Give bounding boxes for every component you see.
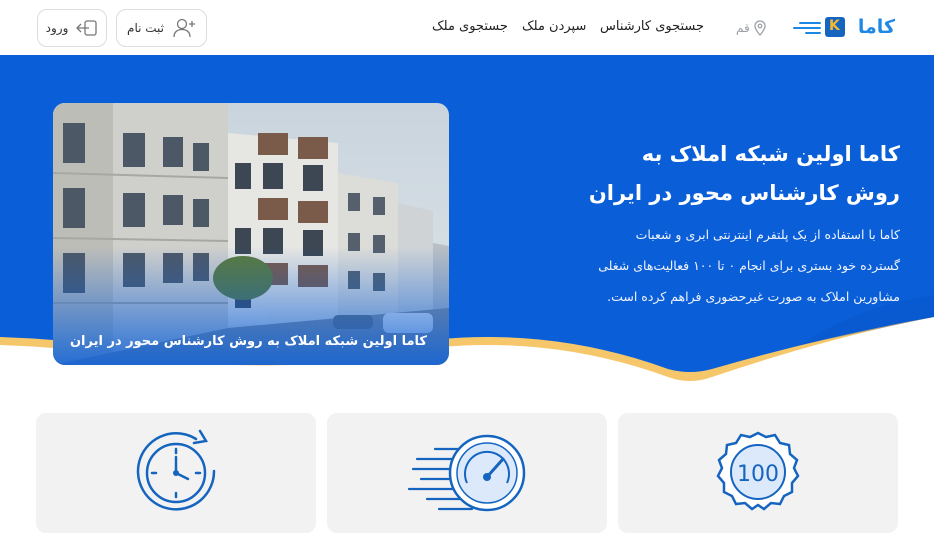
site-header: کاما قم جستجوی کارشناس سپردن ملک جستجوی … xyxy=(0,0,934,56)
nav-expert-search[interactable]: جستجوی کارشناس xyxy=(600,19,704,34)
hero-title-line1: کاما اولین شبکه املاک به xyxy=(641,142,900,166)
hero-desc-line2: گسترده خود بستری برای انجام ۰ تا ۱۰۰ فعا… xyxy=(598,258,900,273)
logo-text: کاما xyxy=(857,16,895,38)
logo-speed-lines xyxy=(791,22,821,36)
nav-list-property[interactable]: سپردن ملک xyxy=(522,19,586,34)
hero-desc-line1: کاما با استفاده از یک پلتفرم اینترنتی اب… xyxy=(635,227,900,242)
logo[interactable]: کاما xyxy=(789,14,901,42)
hero-image-caption: کاما اولین شبکه املاک به روش کارشناس محو… xyxy=(69,334,427,349)
login-arrow-icon xyxy=(76,20,98,36)
hero-desc-line3: مشاورین املاک به صورت غیرحضوری فراهم کرد… xyxy=(607,289,900,304)
login-button[interactable]: ورود xyxy=(37,9,107,47)
feature-card-speed[interactable] xyxy=(327,413,607,533)
badge-100-icon: 100 xyxy=(716,431,800,511)
badge-100-text: 100 xyxy=(737,462,779,487)
city-label: قم xyxy=(736,21,750,35)
logo-k-mark xyxy=(825,17,845,37)
hero-title-line2: روش کارشناس محور در ایران xyxy=(588,181,900,205)
location-pin-icon xyxy=(754,20,766,36)
hero-title: کاما اولین شبکه املاک به روش کارشناس محو… xyxy=(575,135,900,213)
hero-description: کاما با استفاده از یک پلتفرم اینترنتی اب… xyxy=(572,219,900,312)
city-selector[interactable]: قم xyxy=(736,18,766,38)
register-button[interactable]: ثبت نام xyxy=(116,9,207,47)
feature-card-quality[interactable]: 100 xyxy=(618,413,898,533)
nav-property-search[interactable]: جستجوی ملک xyxy=(432,19,508,34)
login-label: ورود xyxy=(45,21,69,35)
add-user-icon xyxy=(173,18,195,38)
clock-icon xyxy=(136,429,216,511)
hero-image: کاما اولین شبکه املاک به روش کارشناس محو… xyxy=(53,103,449,365)
building-photo xyxy=(53,103,449,365)
speedometer-icon xyxy=(407,434,526,512)
register-label: ثبت نام xyxy=(127,21,164,35)
hero-section: کاما اولین شبکه املاک به روش کارشناس محو… xyxy=(0,55,934,385)
feature-card-time[interactable] xyxy=(36,413,316,533)
